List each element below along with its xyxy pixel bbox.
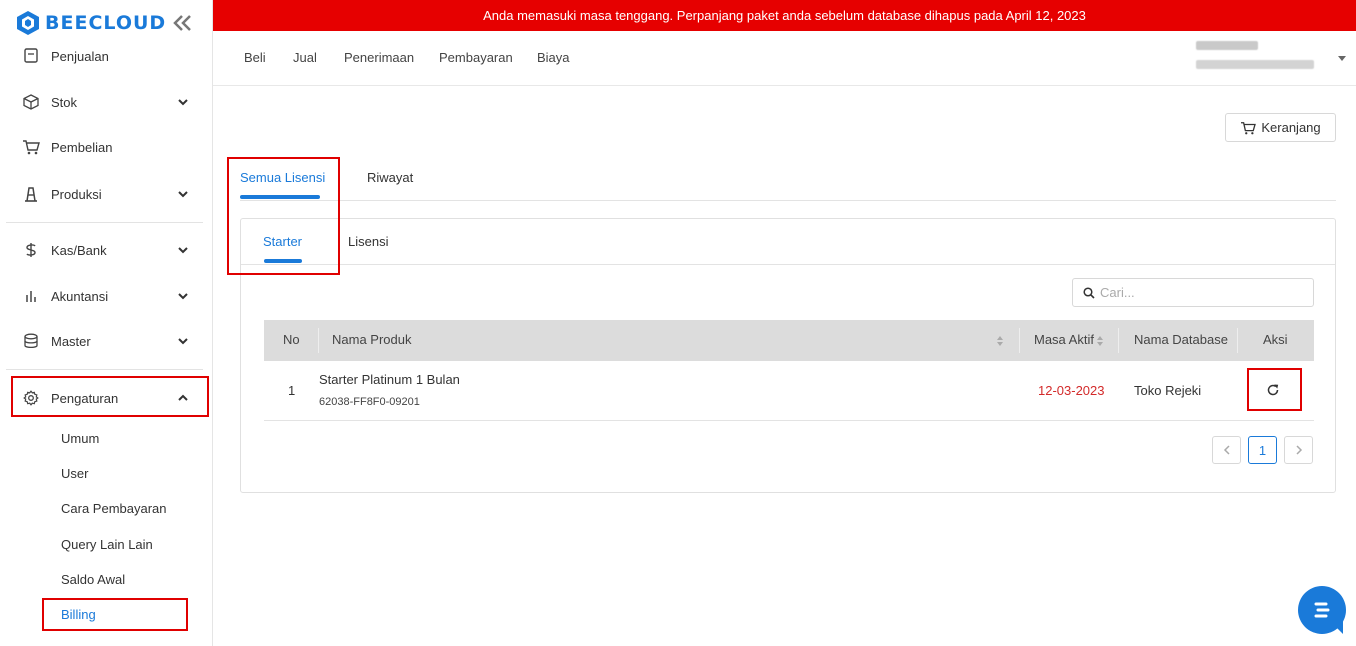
bar-chart-icon bbox=[22, 287, 40, 305]
sidebar-item-label: Kas/Bank bbox=[51, 242, 107, 258]
top-navigation: Beli Jual Penerimaan Pembayaran Biaya bbox=[213, 31, 1356, 86]
cart-icon bbox=[1241, 121, 1257, 134]
cell-active-until: 12-03-2023 bbox=[1038, 383, 1105, 398]
column-separator bbox=[1118, 328, 1119, 353]
sort-icon[interactable] bbox=[996, 335, 1004, 347]
chevron-down-icon bbox=[178, 247, 188, 254]
pagination-next-button[interactable] bbox=[1284, 436, 1313, 464]
submenu-item-user[interactable]: User bbox=[61, 466, 88, 481]
highlight-license-tabs bbox=[227, 157, 340, 275]
header-no: No bbox=[283, 332, 300, 347]
submenu-item-cara-pembayaran[interactable]: Cara Pembayaran bbox=[61, 501, 167, 516]
database-icon bbox=[22, 332, 40, 350]
submenu-item-query-lain-lain[interactable]: Query Lain Lain bbox=[61, 537, 153, 552]
user-name-redacted bbox=[1196, 41, 1258, 50]
highlight-pengaturan bbox=[11, 376, 209, 417]
sidebar-divider bbox=[6, 222, 203, 223]
cell-no: 1 bbox=[288, 383, 296, 398]
column-separator bbox=[318, 328, 319, 353]
topnav-link-penerimaan[interactable]: Penerimaan bbox=[344, 50, 414, 65]
cart-button[interactable]: Keranjang bbox=[1225, 113, 1336, 142]
header-product[interactable]: Nama Produk bbox=[332, 332, 411, 347]
sidebar-divider bbox=[6, 369, 203, 370]
sidebar-item-pembelian[interactable]: Pembelian bbox=[22, 136, 190, 158]
topnav-link-jual[interactable]: Jual bbox=[293, 50, 317, 65]
license-tabs: Semua Lisensi Riwayat bbox=[240, 156, 1336, 201]
cart-button-label: Keranjang bbox=[1261, 120, 1321, 135]
sidebar-item-label: Stok bbox=[51, 94, 78, 110]
column-separator bbox=[1019, 328, 1020, 353]
receipt-icon bbox=[22, 47, 40, 65]
banner-text: Anda memasuki masa tenggang. Perpanjang … bbox=[483, 8, 1086, 23]
sidebar-item-label: Produksi bbox=[51, 186, 102, 202]
chevron-down-icon bbox=[178, 338, 188, 345]
search-placeholder: Cari... bbox=[1100, 285, 1135, 300]
chevron-down-icon bbox=[178, 293, 188, 300]
pagination-page-button[interactable]: 1 bbox=[1248, 436, 1277, 464]
search-input[interactable]: Cari... bbox=[1072, 278, 1314, 307]
highlight-billing bbox=[42, 598, 188, 631]
sidebar-item-label: Master bbox=[51, 333, 91, 349]
header-database: Nama Database bbox=[1134, 332, 1228, 347]
cart-icon bbox=[22, 138, 40, 156]
dollar-icon bbox=[22, 241, 40, 259]
cell-product-name: Starter Platinum 1 Bulan bbox=[319, 372, 460, 387]
sidebar-item-label: Pembelian bbox=[51, 139, 113, 155]
header-action: Aksi bbox=[1263, 332, 1288, 347]
header-active-until[interactable]: Masa Aktif bbox=[1034, 332, 1094, 347]
license-card: Starter Lisensi Cari... No Nama Produk M… bbox=[240, 218, 1336, 493]
submenu-item-umum[interactable]: Umum bbox=[61, 431, 99, 446]
box-icon bbox=[22, 93, 40, 111]
sidebar-item-label: Penjualan bbox=[51, 48, 109, 64]
chat-button[interactable] bbox=[1298, 586, 1346, 634]
chat-icon bbox=[1314, 602, 1330, 618]
grace-period-banner: Anda memasuki masa tenggang. Perpanjang … bbox=[213, 0, 1356, 31]
column-separator bbox=[1237, 328, 1238, 353]
topnav-link-biaya[interactable]: Biaya bbox=[537, 50, 570, 65]
highlight-refresh-action bbox=[1247, 368, 1302, 411]
sort-icon[interactable] bbox=[1096, 335, 1104, 347]
tab-riwayat[interactable]: Riwayat bbox=[367, 170, 413, 185]
logo-text: BEECLOUD bbox=[45, 12, 167, 34]
license-subtabs: Starter Lisensi bbox=[241, 219, 1335, 265]
sidebar-item-stok[interactable]: Stok bbox=[22, 91, 190, 113]
pagination-prev-button[interactable] bbox=[1212, 436, 1241, 464]
chevron-down-icon bbox=[178, 191, 188, 198]
beecloud-logo-icon bbox=[17, 11, 39, 35]
table-header: No Nama Produk Masa Aktif Nama Database … bbox=[264, 320, 1314, 361]
subtab-lisensi[interactable]: Lisensi bbox=[348, 234, 388, 249]
chevron-right-icon bbox=[1295, 445, 1302, 455]
sidebar-item-master[interactable]: Master bbox=[22, 330, 190, 352]
cell-product-code: 62038-FF8F0-09201 bbox=[319, 396, 420, 408]
logo[interactable]: BEECLOUD bbox=[16, 10, 166, 36]
search-icon bbox=[1083, 286, 1095, 299]
table-row: 1 Starter Platinum 1 Bulan 62038-FF8F0-0… bbox=[264, 361, 1314, 421]
sidebar-item-kas-bank[interactable]: Kas/Bank bbox=[22, 239, 190, 261]
factory-icon bbox=[22, 185, 40, 203]
sidebar-item-label: Akuntansi bbox=[51, 288, 109, 304]
sidebar-item-penjualan[interactable]: Penjualan bbox=[22, 45, 190, 67]
user-email-redacted bbox=[1196, 60, 1314, 69]
submenu-item-saldo-awal[interactable]: Saldo Awal bbox=[61, 572, 125, 587]
topnav-link-beli[interactable]: Beli bbox=[244, 50, 266, 65]
caret-down-icon bbox=[1338, 56, 1346, 61]
chevron-left-icon bbox=[1223, 445, 1230, 455]
collapse-sidebar-icon[interactable] bbox=[173, 14, 193, 32]
cell-database: Toko Rejeki bbox=[1134, 383, 1202, 398]
sidebar-item-produksi[interactable]: Produksi bbox=[22, 183, 190, 205]
topnav-link-pembayaran[interactable]: Pembayaran bbox=[439, 50, 513, 65]
sidebar-item-akuntansi[interactable]: Akuntansi bbox=[22, 285, 190, 307]
chevron-down-icon bbox=[178, 99, 188, 106]
sidebar: BEECLOUD Penjualan Stok Pembelian Produk… bbox=[0, 0, 213, 646]
